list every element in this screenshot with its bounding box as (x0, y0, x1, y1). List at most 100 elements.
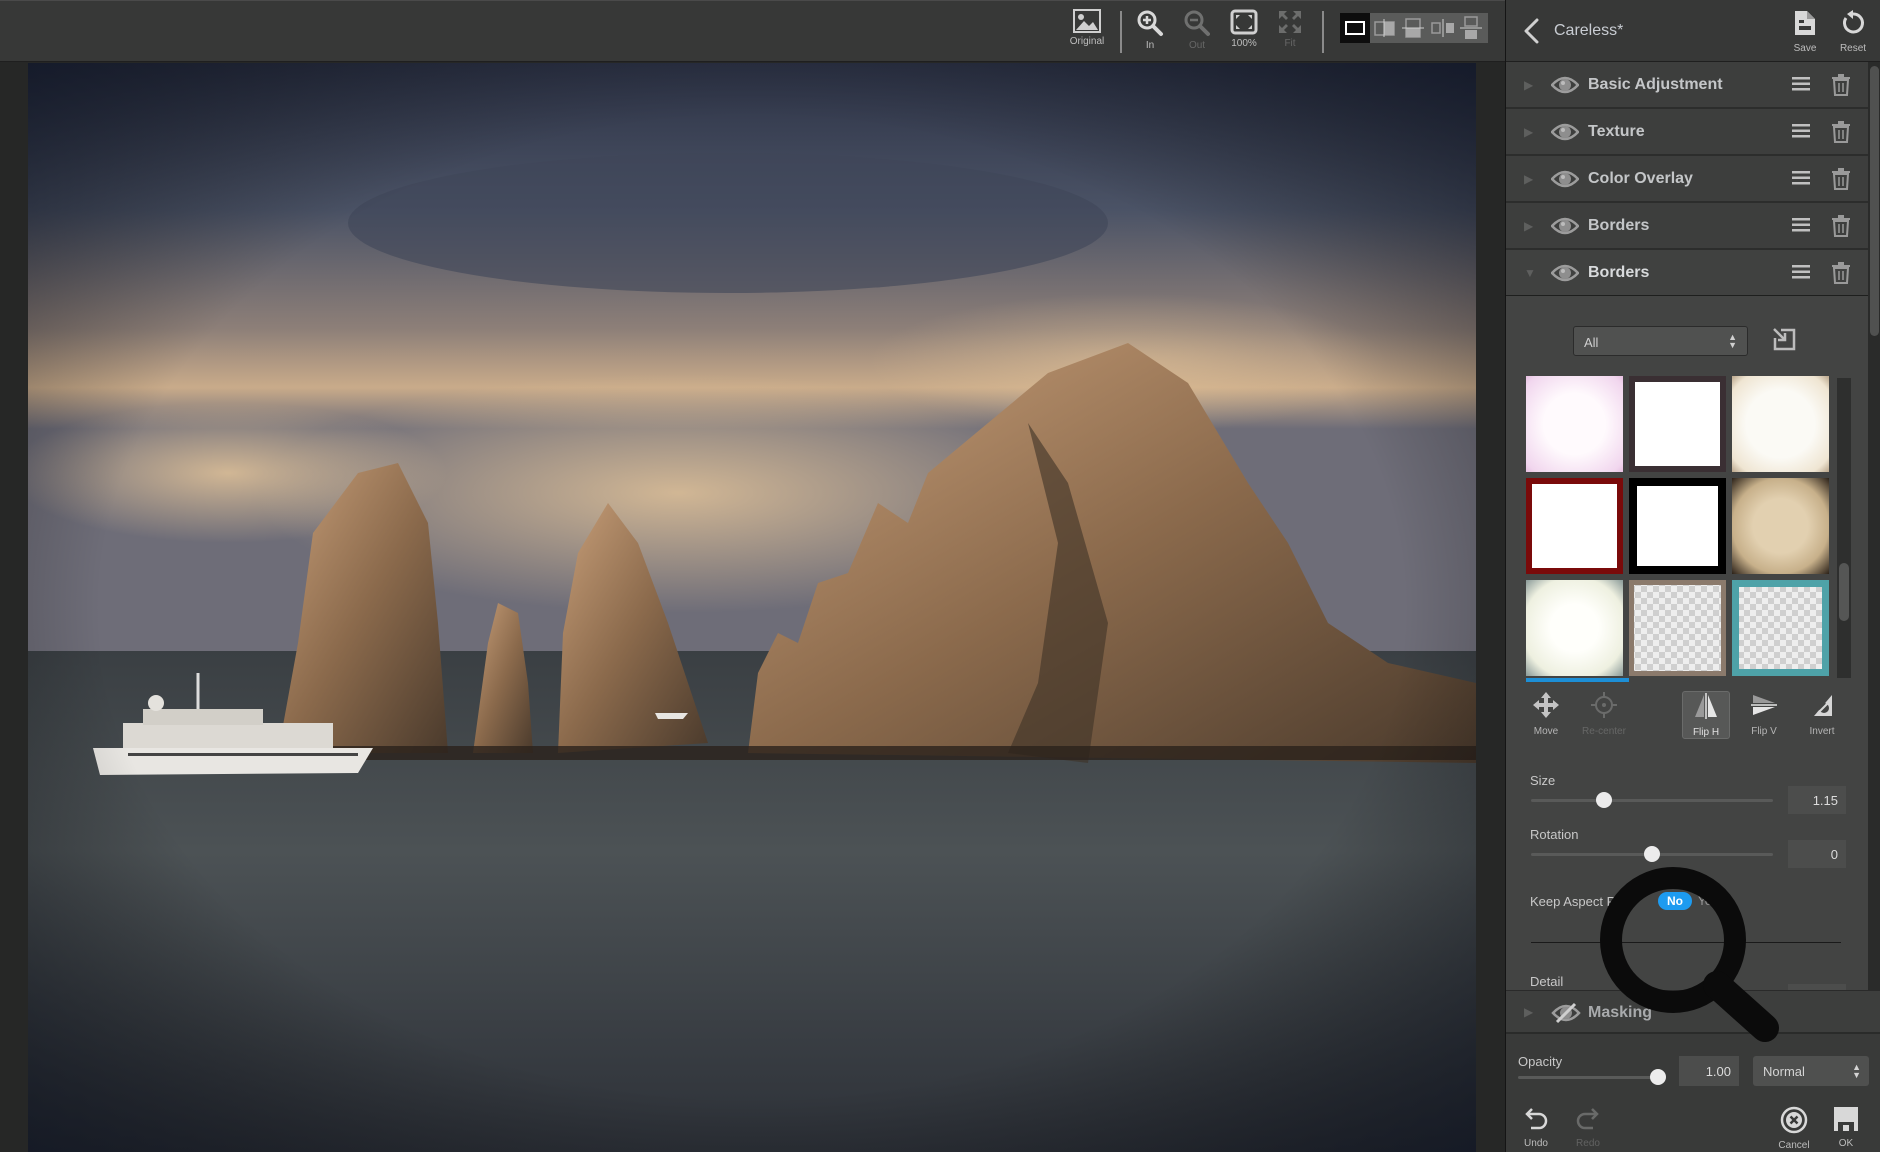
visibility-eye-icon[interactable] (1550, 263, 1580, 288)
visibility-eye-icon[interactable] (1550, 216, 1580, 241)
aspect-no-option[interactable]: No (1658, 892, 1692, 910)
border-category-select[interactable]: All ▲ ▼ (1573, 326, 1748, 356)
visibility-eye-icon[interactable] (1550, 75, 1580, 100)
original-button[interactable]: Original (1062, 9, 1112, 57)
hamburger-menu-icon[interactable] (1792, 218, 1810, 237)
side-by-side-view-button[interactable] (1428, 13, 1458, 43)
thumbnail-scrollbar[interactable] (1837, 378, 1851, 678)
single-view-button[interactable] (1340, 13, 1370, 43)
visibility-eye-icon[interactable] (1550, 122, 1580, 147)
split-vertical-view-button[interactable] (1370, 13, 1400, 43)
import-border-button[interactable] (1771, 326, 1797, 352)
trash-icon[interactable] (1832, 262, 1850, 289)
photo-preview[interactable] (28, 63, 1476, 1152)
back-button[interactable] (1520, 16, 1544, 46)
single-view-icon (1345, 21, 1365, 35)
layer-row-color-overlay[interactable]: ▶ Color Overlay (1506, 156, 1868, 203)
layer-name: Texture (1588, 123, 1645, 140)
border-thumbnail[interactable] (1526, 580, 1623, 676)
fit-button[interactable]: Fit (1265, 9, 1315, 57)
invert-button[interactable]: Invert (1798, 691, 1846, 739)
top-toolbar: Original In Out 100% Fit (0, 0, 1505, 62)
expand-arrow-icon[interactable]: ▶ (1524, 172, 1533, 186)
opacity-value-input[interactable]: 1.00 (1679, 1056, 1739, 1086)
collapse-arrow-icon[interactable]: ▼ (1524, 266, 1536, 280)
hamburger-menu-icon[interactable] (1792, 124, 1810, 143)
layer-row-borders[interactable]: ▶ Borders (1506, 203, 1868, 250)
zoom-out-button[interactable]: Out (1172, 9, 1222, 57)
expand-arrow-icon[interactable]: ▶ (1524, 125, 1533, 139)
border-thumbnail[interactable] (1526, 478, 1623, 574)
blend-mode-value: Normal (1763, 1064, 1805, 1079)
canvas-area[interactable] (0, 62, 1505, 1152)
hamburger-menu-icon[interactable] (1792, 77, 1810, 96)
border-thumbnail[interactable] (1629, 376, 1726, 472)
photo-image (28, 63, 1476, 1152)
panel-scrollbar-thumb[interactable] (1870, 66, 1879, 336)
toolbar-divider (1322, 11, 1324, 53)
view-mode-group (1340, 13, 1488, 43)
split-horizontal-view-button[interactable] (1398, 13, 1428, 43)
original-label: Original (1069, 36, 1105, 47)
select-arrows-icon: ▲ ▼ (1728, 332, 1737, 350)
border-thumbnail[interactable] (1629, 580, 1726, 676)
layer-name: Basic Adjustment (1588, 76, 1723, 93)
expand-arrow-icon[interactable]: ▶ (1524, 78, 1533, 92)
flip-v-button[interactable]: Flip V (1740, 691, 1788, 739)
expand-arrow-icon[interactable]: ▶ (1524, 219, 1533, 233)
hamburger-menu-icon[interactable] (1792, 171, 1810, 190)
trash-icon[interactable] (1832, 121, 1850, 148)
reset-icon (1843, 10, 1864, 34)
save-document-icon (1795, 11, 1815, 35)
rotation-value-input[interactable]: 0 (1788, 840, 1846, 868)
import-icon (1773, 328, 1796, 351)
opacity-slider-track[interactable] (1518, 1076, 1658, 1079)
hamburger-menu-icon[interactable] (1792, 265, 1810, 284)
layer-row-masking[interactable]: ▶ Masking (1506, 990, 1880, 1034)
panel-footer: Opacity 1.00 Normal ▲▼ Undo Redo Cancel (1506, 1034, 1880, 1152)
border-thumbnail[interactable] (1732, 580, 1829, 676)
thumbnail-scrollbar-thumb[interactable] (1839, 563, 1849, 621)
rotation-slider-knob[interactable] (1644, 846, 1660, 862)
zoom-100-button[interactable]: 100% (1219, 9, 1269, 57)
border-thumbnail[interactable] (1629, 478, 1726, 574)
border-thumbnail[interactable] (1732, 376, 1829, 472)
ok-button[interactable]: OK (1824, 1106, 1868, 1149)
masking-label: Masking (1588, 1004, 1653, 1021)
recenter-button[interactable]: Re-center (1580, 691, 1628, 739)
size-slider-knob[interactable] (1595, 792, 1612, 808)
trash-icon[interactable] (1832, 215, 1850, 242)
size-value-input[interactable]: 1.15 (1788, 786, 1846, 814)
cancel-button[interactable]: Cancel (1772, 1106, 1816, 1151)
keep-aspect-ratio-toggle[interactable]: No Yes (1658, 892, 1724, 910)
expand-arrow-icon[interactable]: ▶ (1524, 1005, 1533, 1019)
stacked-view-button[interactable] (1456, 13, 1486, 43)
save-label: Save (1793, 43, 1817, 54)
trash-icon[interactable] (1832, 74, 1850, 101)
flip-vertical-icon (1751, 695, 1777, 715)
save-button[interactable]: Save (1785, 10, 1825, 54)
layer-row-texture[interactable]: ▶ Texture (1506, 109, 1868, 156)
stacked-icon (1460, 16, 1482, 39)
flip-horizontal-icon (1695, 693, 1717, 719)
border-thumbnail[interactable] (1732, 478, 1829, 574)
border-thumbnail[interactable] (1526, 376, 1623, 472)
opacity-slider-knob[interactable] (1650, 1069, 1666, 1085)
flip-h-button[interactable]: Flip H (1682, 691, 1730, 739)
move-button[interactable]: Move (1522, 691, 1570, 739)
size-slider-track[interactable] (1531, 799, 1773, 802)
undo-icon (1525, 1108, 1548, 1130)
layer-row-borders-expanded[interactable]: ▼ Borders (1506, 250, 1868, 297)
layer-row-basic-adjustment[interactable]: ▶ Basic Adjustment (1506, 62, 1868, 109)
redo-icon (1576, 1108, 1599, 1130)
visibility-eye-icon[interactable] (1550, 169, 1580, 194)
aspect-yes-option[interactable]: Yes (1692, 892, 1724, 910)
reset-button[interactable]: Reset (1833, 10, 1873, 54)
selected-thumbnail-indicator (1526, 678, 1629, 682)
redo-button[interactable]: Redo (1566, 1106, 1610, 1149)
blend-mode-select[interactable]: Normal ▲ ▼ (1753, 1056, 1869, 1086)
zoom-in-button[interactable]: In (1125, 9, 1175, 57)
undo-button[interactable]: Undo (1514, 1106, 1558, 1149)
trash-icon[interactable] (1832, 168, 1850, 195)
mask-visibility-icon[interactable] (1551, 1002, 1581, 1029)
